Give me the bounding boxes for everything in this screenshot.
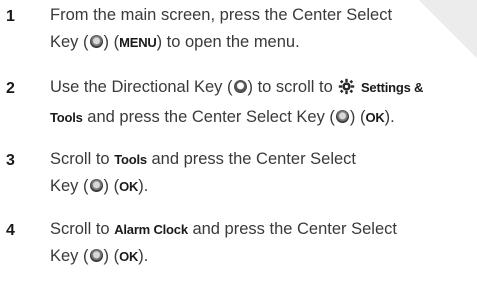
step-number: 2 bbox=[6, 80, 15, 97]
menu-item-label: Tools bbox=[114, 152, 147, 167]
menu-item-label: Alarm Clock bbox=[114, 222, 188, 237]
softkey-label: OK bbox=[119, 179, 139, 194]
directional-key-icon bbox=[233, 80, 247, 93]
step-number: 3 bbox=[6, 152, 15, 169]
settings-gear-icon bbox=[338, 77, 355, 104]
center-select-key-icon bbox=[89, 249, 103, 262]
softkey-label: MENU bbox=[119, 35, 157, 50]
step-text: From the main screen, press the Center S… bbox=[50, 6, 393, 51]
menu-item-label: Tools bbox=[50, 110, 83, 125]
center-select-key-icon bbox=[89, 35, 103, 48]
menu-item-label: Settings & bbox=[360, 80, 424, 95]
center-select-key-icon bbox=[335, 110, 349, 123]
softkey-label: OK bbox=[365, 110, 385, 125]
step-text: Use the Directional Key () to scroll to … bbox=[50, 77, 424, 126]
step-number: 1 bbox=[6, 8, 15, 25]
step-text: Scroll to Tools and press the Center Sel… bbox=[50, 150, 357, 195]
center-select-key-icon bbox=[89, 179, 103, 192]
step-text: Scroll to Alarm Clock and press the Cent… bbox=[50, 220, 397, 265]
softkey-label: OK bbox=[119, 249, 139, 264]
step-number: 4 bbox=[6, 222, 15, 239]
